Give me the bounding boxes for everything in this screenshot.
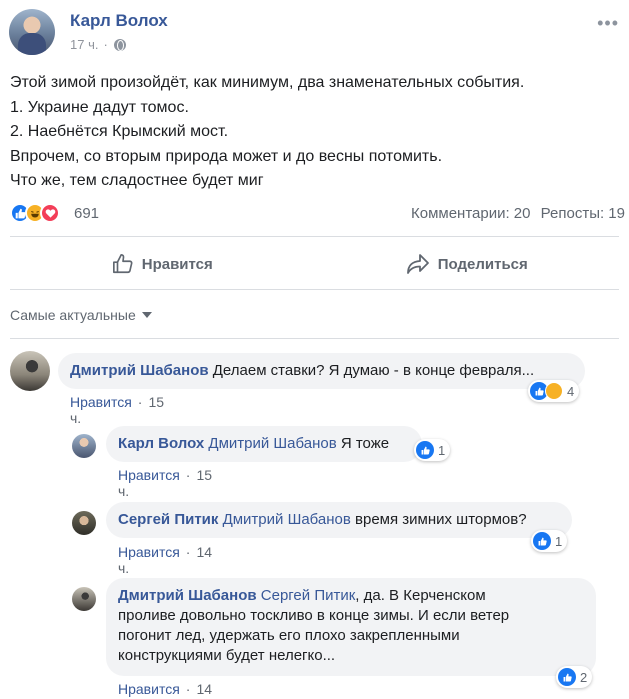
- post-line: 1. Украине дадут томос.: [10, 98, 189, 116]
- post-time[interactable]: 17 ч.: [70, 37, 98, 52]
- share-button-label: Поделиться: [437, 255, 528, 273]
- comments-count[interactable]: Комментарии: 20: [411, 205, 531, 222]
- comment-like-link[interactable]: Нравится: [70, 394, 132, 410]
- share-button[interactable]: Поделиться: [315, 243, 620, 285]
- globe-icon: [113, 38, 126, 51]
- love-icon: [40, 203, 60, 223]
- commenter-avatar[interactable]: [72, 434, 96, 458]
- comment-meta: Нравится · 15 ч.: [70, 394, 165, 426]
- author-name[interactable]: Карл Волох: [70, 11, 168, 31]
- thumbs-up-icon: [112, 253, 134, 275]
- divider: [10, 289, 619, 290]
- comment-reactions[interactable]: 4: [528, 380, 580, 402]
- comment-meta: Нравится · 15 ч.: [118, 467, 213, 499]
- comment-line: Дмитрий Шабанов Сергей Питик, да. В Керч…: [118, 586, 584, 606]
- comment-reactions[interactable]: 2: [556, 666, 593, 688]
- comment-sort-dropdown[interactable]: Самые актуальные: [10, 307, 152, 323]
- more-icon[interactable]: •••: [597, 13, 619, 34]
- comment-mention[interactable]: Сергей Питик: [261, 587, 356, 604]
- shares-count[interactable]: Репосты: 19: [541, 205, 625, 222]
- comment-text: , да. В Керченском: [355, 587, 486, 604]
- comment-author[interactable]: Сергей Питик: [118, 511, 218, 528]
- commenter-avatar[interactable]: [10, 351, 50, 391]
- comment-meta: Нравится·14 ч.: [118, 544, 213, 576]
- caret-down-icon: [141, 312, 152, 318]
- comment-reaction-count: 1: [438, 442, 446, 458]
- post-line: Впрочем, со вторым природа может и до ве…: [10, 147, 443, 165]
- comment-mention[interactable]: Дмитрий Шабанов: [208, 435, 336, 452]
- post-line: Этой зимой произойдёт, как минимум, два …: [10, 74, 525, 91]
- comment-text: время зимних штормов?: [355, 511, 527, 528]
- post-text: Этой зимой произойдёт, как минимум, два …: [10, 71, 620, 194]
- share-arrow-icon: [406, 253, 430, 275]
- comment-like-link[interactable]: Нравится: [118, 681, 180, 697]
- reaction-icons[interactable]: [10, 203, 60, 223]
- post-stats: Комментарии: 20 Репосты: 19: [405, 205, 625, 222]
- reactions-bar: 691 Комментарии: 20 Репосты: 19: [10, 202, 625, 226]
- comment-author[interactable]: Карл Волох: [118, 435, 204, 452]
- divider: [10, 236, 619, 237]
- comment-reactions[interactable]: 1: [414, 439, 451, 461]
- comment-line: проливе довольно тоскливо в конце зимы. …: [118, 607, 510, 624]
- comment-bubble: Дмитрий Шабанов Делаем ставки? Я думаю -…: [58, 353, 585, 389]
- comment-text: Делаем ставки? Я думаю - в конце февраля…: [212, 362, 535, 379]
- author-avatar[interactable]: [9, 9, 55, 55]
- comment-bubble: Сергей Питик Дмитрий Шабанов время зимни…: [106, 502, 572, 538]
- comment-mention[interactable]: Дмитрий Шабанов: [223, 511, 351, 528]
- comment-like-link[interactable]: Нравится: [118, 544, 180, 560]
- comment-reaction-count: 4: [567, 383, 575, 399]
- comment-like-link[interactable]: Нравится: [118, 467, 180, 483]
- commenter-avatar[interactable]: [72, 587, 96, 611]
- comment-line: конструкциями будет нелегко...: [118, 647, 336, 664]
- comment-line: погонит лед, удержать его плохо закрепле…: [118, 627, 460, 644]
- commenter-avatar[interactable]: [72, 511, 96, 535]
- comment-bubble: Дмитрий Шабанов Сергей Питик, да. В Керч…: [106, 578, 596, 676]
- reaction-count[interactable]: 691: [74, 205, 99, 222]
- comment-bubble: Карл Волох Дмитрий Шабанов Я тоже: [106, 426, 422, 462]
- comment-reaction-count: 1: [555, 533, 563, 549]
- post-line: 2. Наебнётся Крымский мост.: [10, 123, 229, 140]
- comment-reactions[interactable]: 1: [531, 530, 568, 552]
- post-line: Что же, тем сладостнее будет миг: [10, 172, 264, 189]
- post-header: Карл Волох 17 ч. · •••: [9, 9, 621, 59]
- comment-reaction-count: 2: [580, 669, 588, 685]
- divider: [10, 338, 619, 339]
- comment-author[interactable]: Дмитрий Шабанов: [70, 362, 209, 379]
- meta-separator: ·: [103, 37, 108, 52]
- like-icon: [533, 532, 551, 550]
- comment-text: Я тоже: [340, 435, 390, 452]
- like-button[interactable]: Нравится: [10, 243, 315, 285]
- haha-icon: [545, 382, 563, 400]
- post-meta: 17 ч. ·: [70, 37, 126, 52]
- post-actions: Нравится Поделиться: [10, 243, 619, 285]
- like-button-label: Нравится: [141, 255, 213, 273]
- comment-meta: Нравится·14 ч.: [118, 681, 212, 699]
- like-icon: [416, 441, 434, 459]
- sort-label: Самые актуальные: [10, 307, 136, 323]
- like-icon: [558, 668, 576, 686]
- comment-author[interactable]: Дмитрий Шабанов: [118, 587, 257, 604]
